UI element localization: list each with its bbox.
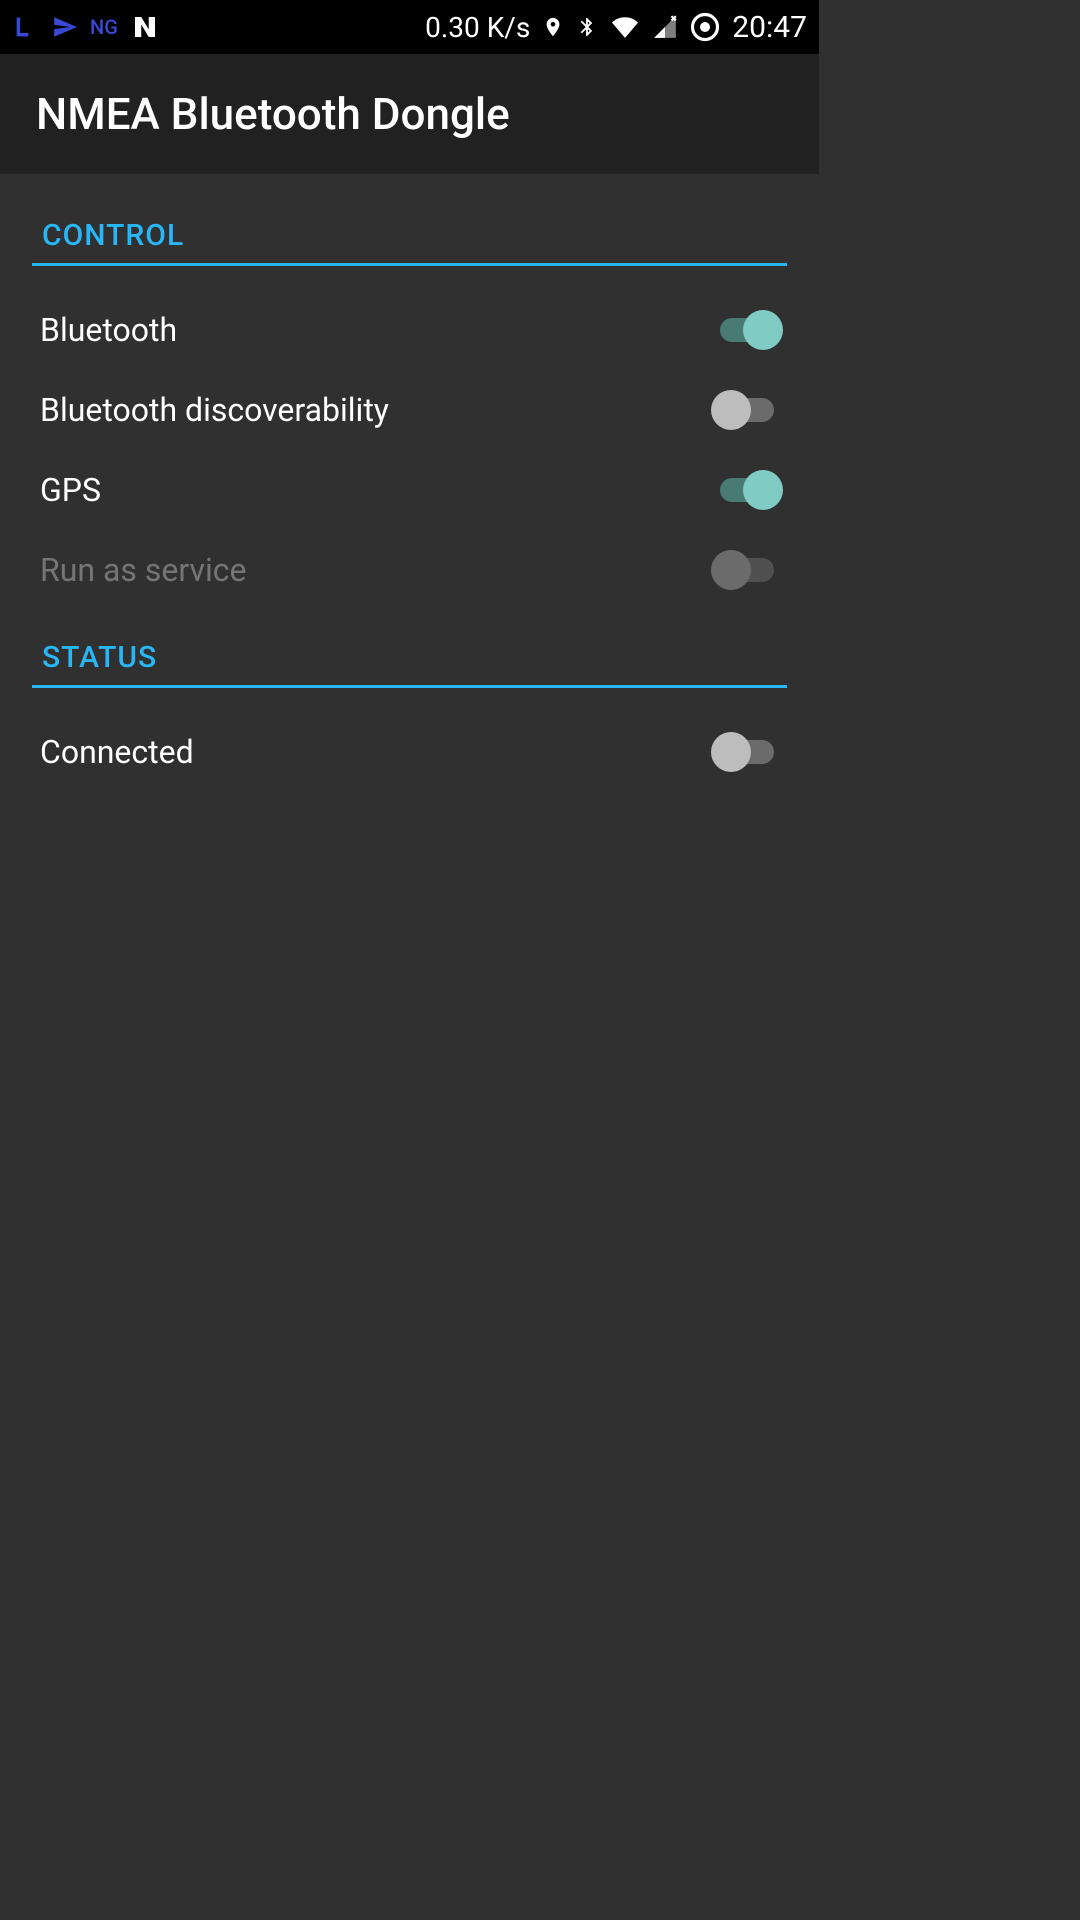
target-icon [690, 12, 720, 42]
switch-bluetooth[interactable] [711, 308, 783, 352]
status-bar: NG 0.30 K/s 20:47 [0, 0, 819, 54]
setting-run-as-service: Run as service [32, 530, 787, 610]
clock-time: 20:47 [732, 10, 807, 45]
ng-badge: NG [90, 15, 118, 39]
page-title: NMEA Bluetooth Dongle [36, 88, 510, 140]
android-n-icon [130, 12, 160, 42]
notification-icon [12, 13, 40, 41]
switch-connected[interactable] [711, 730, 783, 774]
bluetooth-icon [576, 13, 598, 41]
cell-signal-icon [652, 14, 678, 40]
switch-bluetooth-discoverability[interactable] [711, 388, 783, 432]
wifi-icon [610, 14, 640, 40]
setting-label-bluetooth: Bluetooth [40, 311, 177, 349]
setting-bluetooth[interactable]: Bluetooth [32, 290, 787, 370]
switch-gps[interactable] [711, 468, 783, 512]
section-header-control: CONTROL [32, 218, 787, 266]
setting-gps[interactable]: GPS [32, 450, 787, 530]
app-header: NMEA Bluetooth Dongle [0, 54, 819, 174]
main-content: CONTROL Bluetooth Bluetooth discoverabil… [0, 218, 819, 792]
switch-run-as-service [711, 548, 783, 592]
location-pin-icon [542, 16, 564, 38]
setting-label-gps: GPS [40, 471, 101, 509]
status-bar-right: 0.30 K/s 20:47 [425, 10, 807, 45]
status-bar-left: NG [12, 12, 160, 42]
setting-label-bluetooth-disc: Bluetooth discoverability [40, 391, 389, 429]
setting-label-connected: Connected [40, 733, 194, 771]
location-send-icon [52, 14, 78, 40]
section-header-status: STATUS [32, 640, 787, 688]
setting-connected[interactable]: Connected [32, 712, 787, 792]
data-speed: 0.30 K/s [425, 11, 530, 44]
setting-bluetooth-discoverability[interactable]: Bluetooth discoverability [32, 370, 787, 450]
setting-label-run-service: Run as service [40, 551, 246, 589]
